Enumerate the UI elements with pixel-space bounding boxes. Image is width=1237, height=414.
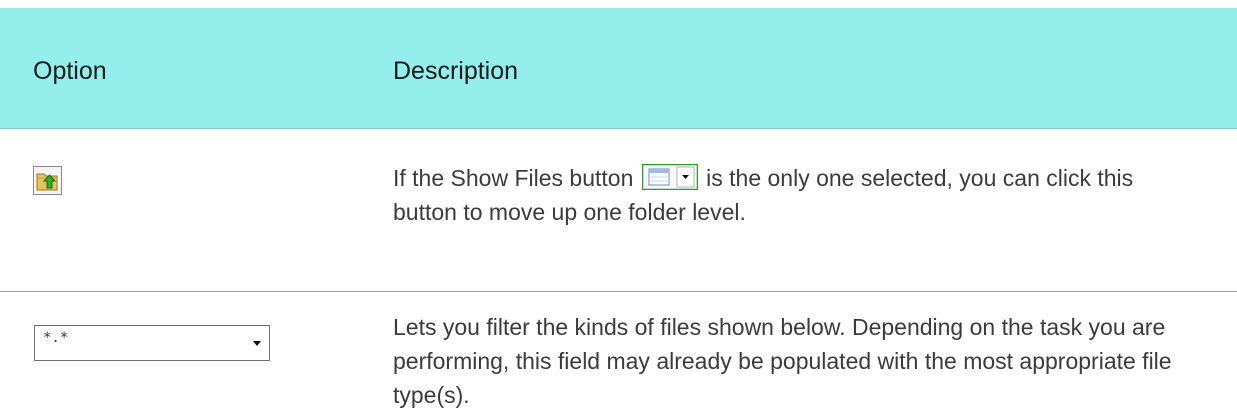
show-files-button-icon	[641, 163, 698, 191]
file-filter-dropdown[interactable]: *.*	[34, 325, 270, 361]
options-table: Option Description If the Show Files but…	[0, 0, 1237, 414]
table-row: *.* Lets you filter the kinds of files s…	[0, 292, 1237, 414]
row-description: If the Show Files button is the only one…	[393, 161, 1193, 229]
row-description: Lets you filter the kinds of files shown…	[393, 314, 1172, 408]
filter-value: *.*	[43, 330, 69, 346]
description-text-part1: If the Show Files button	[393, 165, 634, 191]
folder-up-icon[interactable]	[33, 166, 62, 195]
header-option: Option	[33, 57, 107, 85]
table-row: If the Show Files button is the only one…	[0, 129, 1237, 292]
header-description: Description	[393, 57, 519, 85]
table-header: Option Description	[0, 8, 1237, 129]
chevron-down-icon[interactable]	[253, 341, 261, 346]
